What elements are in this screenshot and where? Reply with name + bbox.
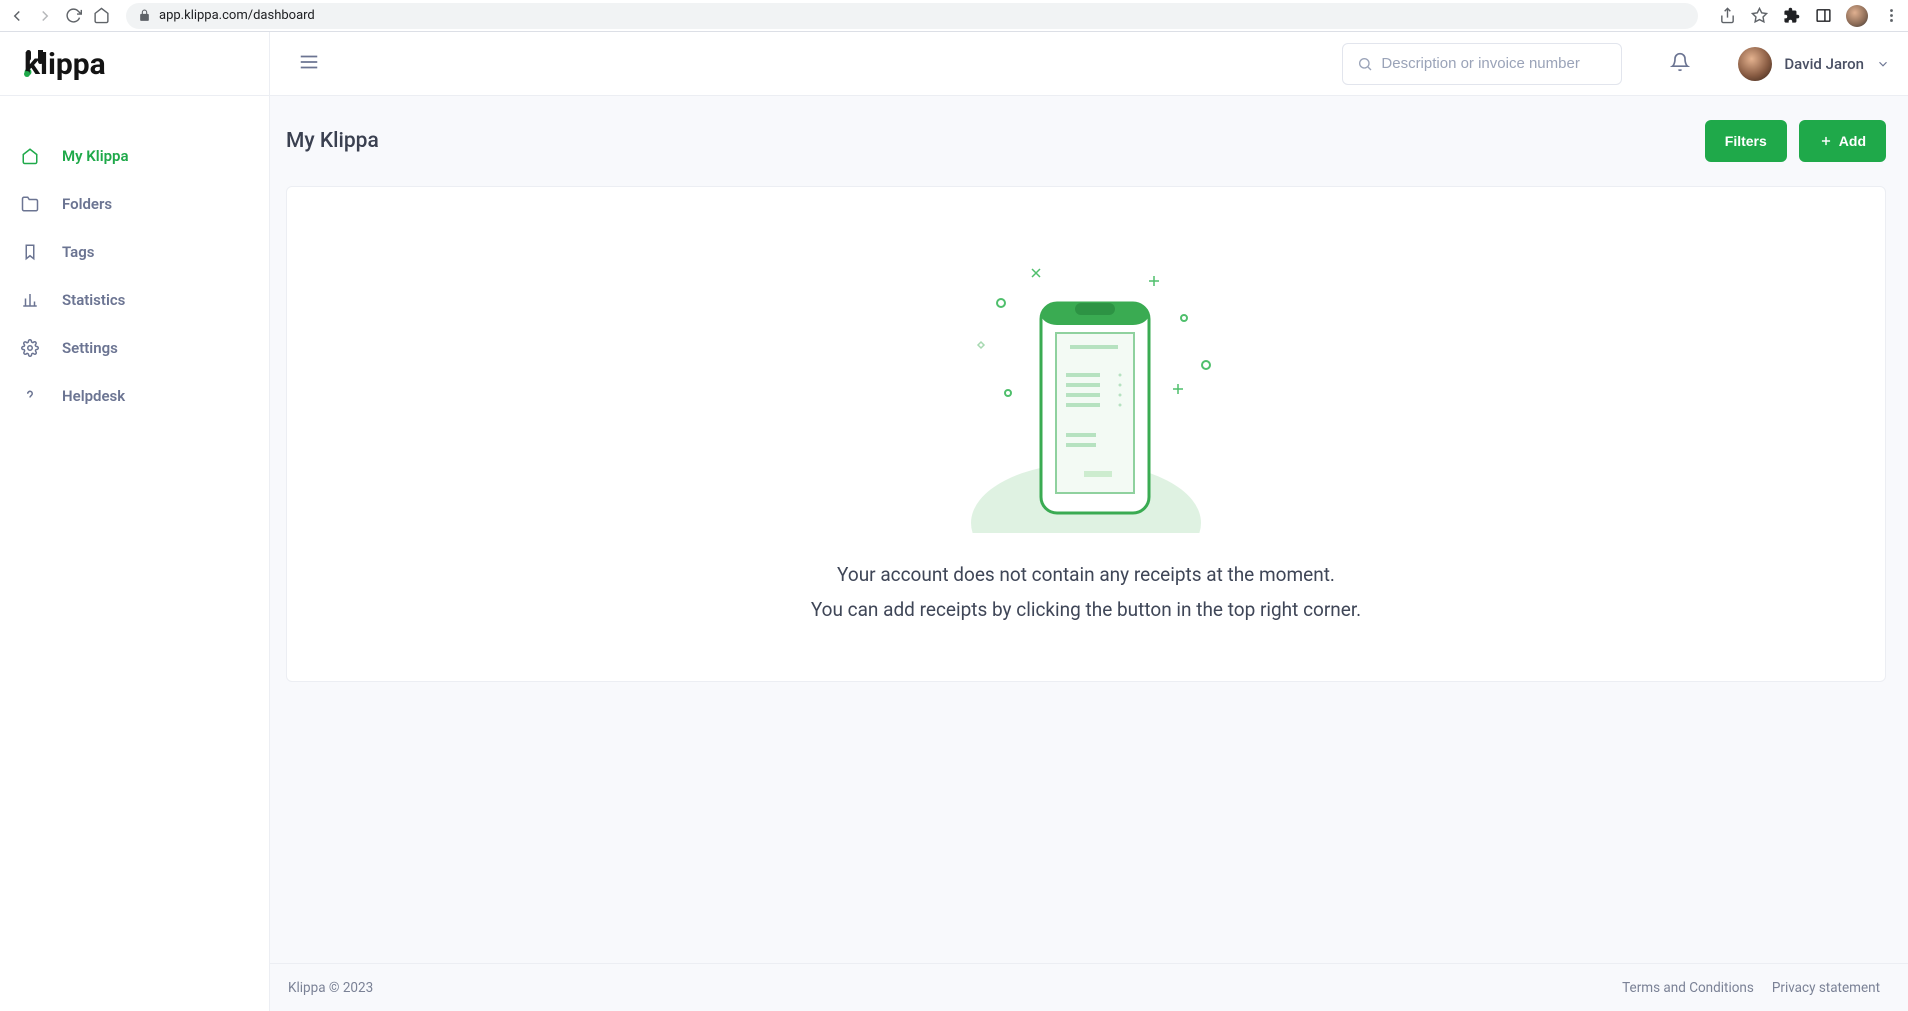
footer-copyright: Klippa © 2023 [288, 980, 373, 996]
sidebar: klippa My Klippa Folders Tag [0, 32, 270, 1011]
avatar [1738, 47, 1772, 81]
user-menu[interactable]: David Jaron [1738, 47, 1890, 81]
empty-state-line-1: Your account does not contain any receip… [837, 563, 1335, 586]
main-column: David Jaron My Klippa Filters Add [270, 32, 1908, 1011]
sidebar-item-helpdesk[interactable]: Helpdesk [0, 372, 269, 420]
page-header: My Klippa Filters Add [270, 96, 1908, 186]
topbar: David Jaron [270, 32, 1908, 96]
sidebar-item-label: Statistics [62, 291, 125, 309]
notifications-button[interactable] [1670, 52, 1690, 76]
footer-privacy-link[interactable]: Privacy statement [1772, 980, 1880, 996]
logo[interactable]: klippa [0, 32, 269, 96]
plus-icon [1819, 134, 1833, 148]
svg-text:klippa: klippa [24, 47, 106, 82]
empty-state-card: Your account does not contain any receip… [286, 186, 1886, 682]
sidebar-item-settings[interactable]: Settings [0, 324, 269, 372]
star-icon[interactable] [1750, 7, 1768, 25]
chevron-down-icon [1876, 57, 1890, 71]
empty-state-line-2: You can add receipts by clicking the but… [811, 598, 1361, 621]
sidebar-item-label: Tags [62, 243, 95, 261]
bar-chart-icon [20, 290, 40, 310]
content-area: Your account does not contain any receip… [270, 186, 1908, 682]
browser-address-bar[interactable]: app.klippa.com/dashboard [126, 3, 1698, 29]
extensions-icon[interactable] [1782, 7, 1800, 25]
klippa-logo: klippa [24, 44, 154, 84]
sidebar-item-label: My Klippa [62, 147, 129, 165]
tag-icon [20, 242, 40, 262]
filters-button[interactable]: Filters [1705, 120, 1787, 162]
browser-reload-button[interactable] [64, 7, 82, 25]
share-icon[interactable] [1718, 7, 1736, 25]
search-box[interactable] [1342, 43, 1622, 85]
browser-chrome: app.klippa.com/dashboard [0, 0, 1908, 32]
sidebar-item-my-klippa[interactable]: My Klippa [0, 132, 269, 180]
home-icon [20, 146, 40, 166]
app-root: klippa My Klippa Folders Tag [0, 32, 1908, 1011]
sidebar-nav: My Klippa Folders Tags Statistics [0, 96, 269, 420]
menu-toggle-button[interactable] [298, 51, 320, 77]
sidebar-item-label: Folders [62, 195, 112, 213]
user-name-label: David Jaron [1784, 55, 1864, 73]
gear-icon [20, 338, 40, 358]
lock-icon [138, 9, 151, 22]
browser-back-button[interactable] [8, 7, 26, 25]
browser-url-text: app.klippa.com/dashboard [159, 8, 315, 23]
sidebar-item-tags[interactable]: Tags [0, 228, 269, 276]
browser-profile-avatar[interactable] [1846, 5, 1868, 27]
footer: Klippa © 2023 Terms and Conditions Priva… [270, 963, 1908, 1011]
sidebar-item-label: Helpdesk [62, 387, 125, 405]
browser-forward-button[interactable] [36, 7, 54, 25]
folder-icon [20, 194, 40, 214]
add-label: Add [1839, 133, 1866, 149]
search-input[interactable] [1381, 55, 1607, 72]
sidebar-item-statistics[interactable]: Statistics [0, 276, 269, 324]
add-button[interactable]: Add [1799, 120, 1886, 162]
panel-icon[interactable] [1814, 7, 1832, 25]
help-icon [20, 386, 40, 406]
browser-menu-icon[interactable] [1882, 7, 1900, 25]
empty-state-illustration [956, 233, 1216, 533]
page-title: My Klippa [286, 129, 379, 153]
browser-home-button[interactable] [92, 7, 110, 25]
search-icon [1357, 56, 1373, 72]
footer-terms-link[interactable]: Terms and Conditions [1622, 980, 1754, 996]
sidebar-item-folders[interactable]: Folders [0, 180, 269, 228]
sidebar-item-label: Settings [62, 339, 118, 357]
filters-label: Filters [1725, 133, 1767, 149]
